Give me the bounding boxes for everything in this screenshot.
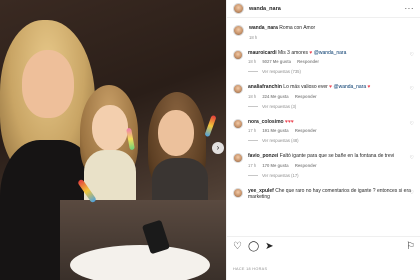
like-comment-heart-icon[interactable]: ♡ [410, 86, 414, 92]
comment-item: analiafranchin Lo más valioso ever ♥ @wa… [227, 84, 420, 109]
replies-divider [248, 140, 258, 141]
comment-text: mauroicardi Mis 3 amores ♥ @wanda_nara [248, 50, 414, 57]
comment-body: Lo más valioso ever [283, 84, 330, 90]
caption-body: Roma con Amor [279, 25, 316, 31]
avatar[interactable] [233, 153, 243, 163]
comment-body: Mis 3 amores [278, 49, 310, 56]
avatar[interactable] [233, 25, 244, 36]
caption-username[interactable]: wanda_nara [249, 25, 278, 31]
view-replies-label: Ver respuestas (735) [262, 69, 301, 74]
comment-time: 17 h [248, 128, 257, 133]
reply-button[interactable]: Responder [295, 94, 317, 99]
photo-girl2-face [158, 110, 194, 156]
caption: wanda_nara Roma con Amor 18 h [227, 18, 420, 40]
post-username[interactable]: wanda_nara [249, 6, 281, 12]
comment-username[interactable]: mauroicardi [248, 50, 277, 56]
comment-body: Faltó igante para que se bañe en la font… [279, 153, 395, 159]
mention-link[interactable]: @wanda_nara [334, 84, 367, 90]
comment-username[interactable]: favio_ponzei [248, 153, 278, 159]
comment-likes[interactable]: 224 Me gusta [262, 94, 288, 99]
more-horizontal-icon[interactable]: ··· [405, 4, 415, 13]
comment-text: nora_colosimo ♥♥♥ [248, 119, 414, 126]
comment-item: mauroicardi Mis 3 amores ♥ @wanda_nara 1… [227, 49, 420, 74]
comment-item: favio_ponzei Faltó igante para que se ba… [227, 153, 420, 178]
reply-button[interactable]: Responder [297, 59, 319, 64]
avatar[interactable] [233, 187, 243, 198]
avatar[interactable] [233, 118, 243, 129]
mention-link[interactable]: @wanda_nara [314, 50, 347, 56]
photo-candy [204, 114, 217, 138]
post-photo[interactable]: › [0, 0, 226, 280]
comment-time: 18 h [248, 93, 257, 99]
caption-time: 18 h [249, 34, 258, 40]
view-replies-button[interactable]: Ver respuestas (3) [248, 104, 414, 109]
next-arrow-icon[interactable]: › [212, 142, 224, 154]
view-replies-label: Ver respuestas (48) [262, 138, 299, 143]
heart-icon[interactable]: ♡ [233, 242, 242, 252]
bookmark-icon[interactable]: ⚐ [406, 242, 415, 252]
view-replies-button[interactable]: Ver respuestas (735) [248, 69, 414, 74]
share-icon[interactable]: ➤ [265, 242, 273, 252]
comment-text: favio_ponzei Faltó igante para que se ba… [248, 153, 414, 160]
like-comment-heart-icon[interactable]: ♡ [410, 155, 414, 161]
comment-likes[interactable]: 170 Me gusta [262, 163, 288, 168]
view-replies-label: Ver respuestas (17) [262, 172, 299, 178]
replies-divider [248, 105, 258, 107]
heart-emoji-icon: ♥ [329, 84, 333, 90]
photo-woman-face [22, 50, 74, 118]
like-comment-heart-icon[interactable]: ♡ [410, 121, 414, 127]
heart-emoji-icon: ♥ [367, 84, 371, 90]
reply-button[interactable]: Responder [295, 128, 317, 133]
like-comment-heart-icon[interactable]: ♡ [410, 52, 414, 58]
view-replies-button[interactable]: Ver respuestas (17) [248, 173, 414, 178]
comment-time: 18 h [248, 59, 257, 64]
avatar[interactable] [233, 3, 244, 14]
comment-username[interactable]: nora_colosimo [248, 119, 284, 125]
avatar[interactable] [233, 84, 243, 94]
replies-divider [248, 71, 258, 72]
photo-girl1-face [92, 105, 128, 151]
view-replies-label: Ver respuestas (3) [262, 103, 297, 109]
replies-divider [248, 174, 258, 176]
comment-icon[interactable]: ◯ [248, 242, 259, 252]
comment-likes[interactable]: 191 Me gusta [262, 128, 288, 133]
reply-button[interactable]: Responder [295, 163, 317, 168]
caption-text: wanda_nara Roma con Amor [249, 25, 414, 32]
comment-time: 17 h [248, 162, 257, 168]
like-comment-heart-icon[interactable]: ♡ [410, 190, 414, 196]
post-date: HACE 18 HORAS [233, 267, 268, 271]
avatar[interactable] [233, 49, 243, 60]
post-sidebar: wanda_nara ··· wanda_nara Roma con Amor … [226, 0, 420, 280]
comment-text: yee_xpulef Che que raro no hay comentari… [248, 188, 414, 201]
photo-plate [70, 245, 210, 280]
post-actions: ♡ ◯ ➤ ⚐ HACE 18 HORAS [227, 236, 420, 280]
comment-item: nora_colosimo ♥♥♥ 17 h 191 Me gusta Resp… [227, 118, 420, 143]
comment-text: analiafranchin Lo más valioso ever ♥ @wa… [248, 84, 414, 91]
heart-emoji-icon: ♥♥♥ [284, 118, 294, 125]
heart-emoji-icon: ♥ [309, 49, 313, 56]
comment-item: yee_xpulef Che que raro no hay comentari… [227, 187, 420, 201]
view-replies-button[interactable]: Ver respuestas (48) [248, 138, 414, 143]
post-header: wanda_nara ··· [227, 0, 420, 18]
comment-username[interactable]: yee_xpulef [248, 188, 274, 194]
comment-likes[interactable]: 5027 Me gusta [262, 59, 291, 64]
comment-username[interactable]: analiafranchin [248, 84, 282, 90]
